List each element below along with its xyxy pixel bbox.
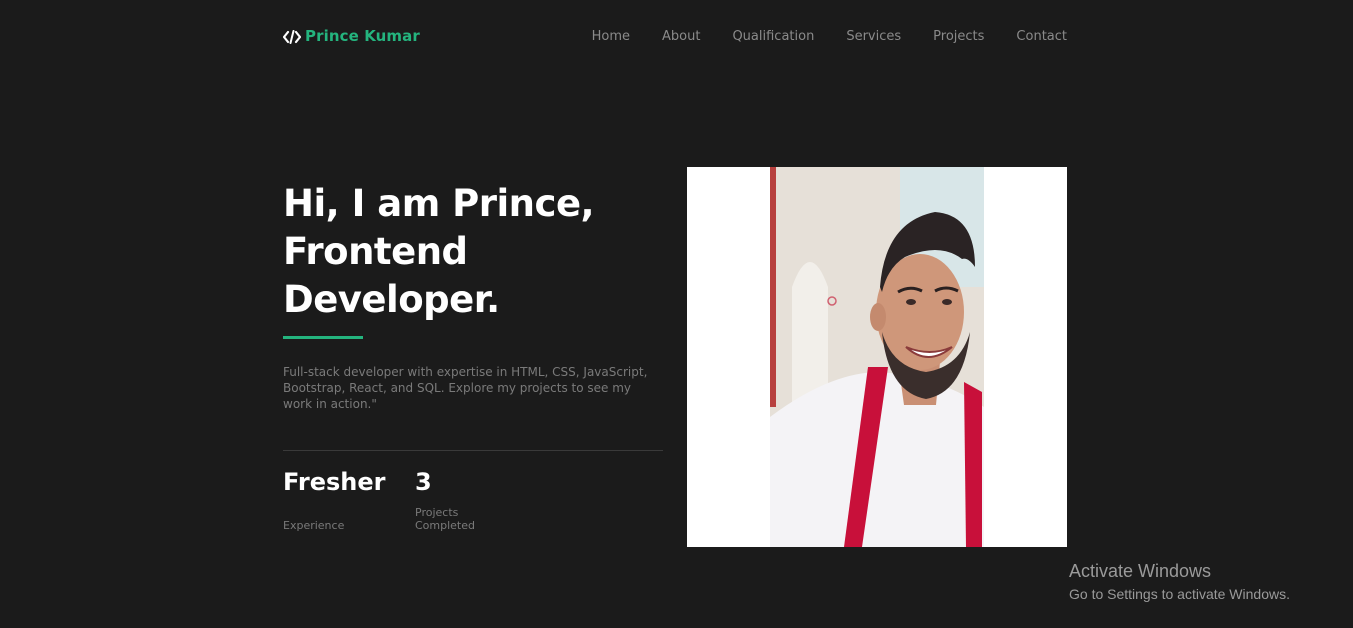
nav-projects[interactable]: Projects [933, 29, 984, 44]
profile-photo-frame [687, 167, 1067, 547]
stat-projects-label: Projects Completed [415, 506, 475, 532]
code-icon [282, 29, 302, 44]
windows-activation-watermark: Activate Windows Go to Settings to activ… [1069, 560, 1290, 604]
stats-divider [283, 450, 663, 451]
site-header: Prince Kumar Home About Qualification Se… [282, 22, 1067, 50]
profile-photo [770, 167, 984, 547]
watermark-subtitle: Go to Settings to activate Windows. [1069, 586, 1290, 602]
accent-underline [283, 336, 363, 339]
stat-experience: Fresher Experience [283, 466, 385, 532]
main-nav: Home About Qualification Services Projec… [592, 29, 1067, 44]
nav-about[interactable]: About [662, 29, 700, 44]
watermark-title: Activate Windows [1069, 561, 1212, 581]
stat-experience-value: Fresher [283, 468, 386, 496]
hero-description: Full-stack developer with expertise in H… [283, 365, 648, 411]
nav-contact[interactable]: Contact [1016, 29, 1067, 44]
nav-qualification[interactable]: Qualification [732, 29, 814, 44]
nav-home[interactable]: Home [592, 29, 630, 44]
logo-text: Prince Kumar [305, 27, 420, 45]
hero-title-line-3: Developer. [283, 278, 500, 321]
stat-projects-value: 3 [415, 468, 432, 496]
stat-experience-label: Experience [283, 519, 345, 532]
logo-link[interactable]: Prince Kumar [282, 27, 420, 45]
stat-projects: 3 Projects Completed [415, 466, 495, 532]
page: Prince Kumar Home About Qualification Se… [0, 0, 1353, 628]
hero-title: Hi, I am Prince, Frontend Developer. [283, 180, 663, 324]
hero-title-line-1: Hi, I am Prince, [283, 182, 595, 225]
nav-services[interactable]: Services [846, 29, 901, 44]
hero-title-line-2: Frontend [283, 230, 468, 273]
